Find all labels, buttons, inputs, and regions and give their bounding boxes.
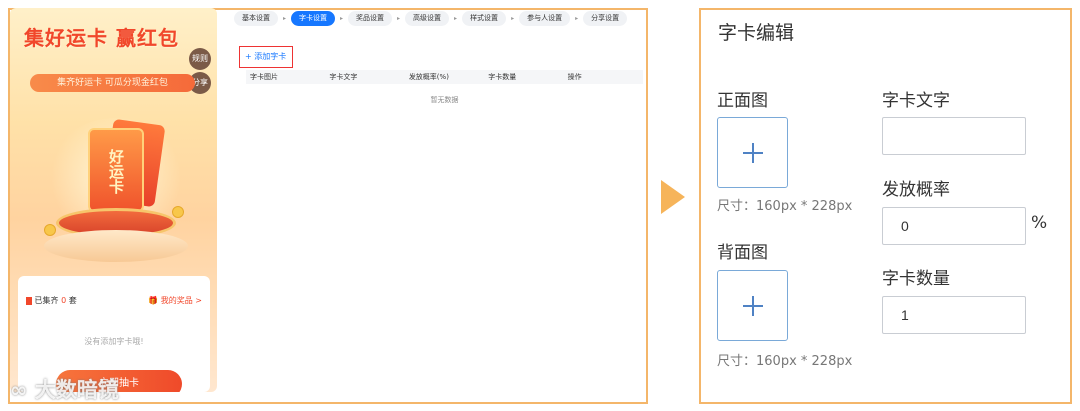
step-arrow-icon: ▸ — [454, 14, 458, 22]
coin-icon — [172, 206, 184, 218]
arrow-right-icon — [661, 180, 685, 214]
card-text-label: 字卡文字 — [882, 91, 950, 111]
table-empty-text: 暂无数据 — [430, 96, 459, 104]
card-table: 字卡图片 字卡文字 发放概率(%) 字卡数量 操作 暂无数据 — [246, 70, 643, 105]
step-arrow-icon: ▸ — [283, 14, 287, 22]
step-navigation: 基本设置 ▸ 字卡设置 ▸ 奖品设置 ▸ 高级设置 ▸ 样式设置 ▸ 参与人设置… — [234, 10, 628, 26]
table-header: 字卡图片 字卡文字 发放概率(%) 字卡数量 操作 — [246, 70, 643, 84]
card-text-input[interactable] — [882, 117, 1026, 155]
step-share[interactable]: 分享设置 — [583, 10, 628, 26]
gift-icon: 🎁 — [148, 296, 159, 305]
back-image-label: 背面图 — [717, 243, 768, 263]
preview-title: 集好运卡 赢红包 — [24, 26, 179, 50]
step-arrow-icon: ▸ — [340, 14, 344, 22]
plus-icon — [752, 143, 754, 163]
lucky-card-text: 好运卡 — [107, 148, 125, 194]
plus-icon — [752, 296, 754, 316]
collected-count: 0 — [61, 296, 67, 305]
step-basic[interactable]: 基本设置 — [234, 10, 278, 26]
collected-icon — [26, 296, 32, 305]
column-header: 发放概率(%) — [408, 73, 449, 81]
watermark: ∞ 大数暗镜 — [10, 374, 119, 404]
column-header: 字卡文字 — [329, 73, 358, 81]
front-image-label: 正面图 — [717, 91, 768, 111]
percent-unit: % — [1031, 213, 1048, 233]
front-size-hint: 尺寸：160px * 228px — [717, 199, 853, 214]
back-image-upload[interactable] — [717, 270, 788, 341]
watermark-text: 大数暗镜 — [34, 378, 119, 402]
front-image-upload[interactable] — [717, 117, 788, 188]
collected-unit: 套 — [68, 296, 77, 305]
column-header: 字卡图片 — [250, 73, 278, 81]
empty-cards-text: 没有添加字卡哦! — [84, 337, 144, 346]
collected-prefix: 已集齐 — [34, 296, 59, 305]
column-header: 字卡数量 — [488, 73, 517, 81]
preview-subtitle: 集齐好运卡 可瓜分现金红包 — [30, 74, 195, 92]
my-prize-link[interactable]: 🎁 我的奖品 > — [148, 295, 202, 306]
step-arrow-icon: ▸ — [575, 14, 579, 22]
probability-label: 发放概率 — [882, 180, 950, 200]
back-size-hint: 尺寸：160px * 228px — [717, 354, 853, 369]
podium-base — [44, 230, 188, 262]
watermark-logo-icon: ∞ — [10, 378, 28, 402]
collected-status: 已集齐 0 套 — [26, 295, 77, 306]
column-header: 操作 — [567, 73, 582, 81]
editor-title: 字卡编辑 — [718, 22, 795, 44]
step-arrow-icon: ▸ — [511, 14, 515, 22]
my-prize-label: 我的奖品 > — [160, 296, 202, 305]
card-illustration: 好运卡 — [36, 108, 196, 278]
card-count-input[interactable] — [882, 296, 1026, 334]
phone-preview: 集好运卡 赢红包 规则 分享 集齐好运卡 可瓜分现金红包 好运卡 已集齐 0 套… — [10, 8, 217, 392]
coin-icon — [44, 224, 56, 236]
step-advanced[interactable]: 高级设置 — [405, 10, 450, 26]
rule-button[interactable]: 规则 — [189, 48, 211, 70]
add-card-button[interactable]: + 添加字卡 — [239, 46, 293, 68]
step-arrow-icon: ▸ — [397, 14, 401, 22]
step-prize[interactable]: 奖品设置 — [348, 10, 393, 26]
card-count-label: 字卡数量 — [882, 269, 950, 289]
step-card[interactable]: 字卡设置 — [291, 10, 336, 26]
step-style[interactable]: 样式设置 — [462, 10, 507, 26]
probability-input[interactable] — [882, 207, 1026, 245]
step-participant[interactable]: 参与人设置 — [519, 10, 571, 26]
